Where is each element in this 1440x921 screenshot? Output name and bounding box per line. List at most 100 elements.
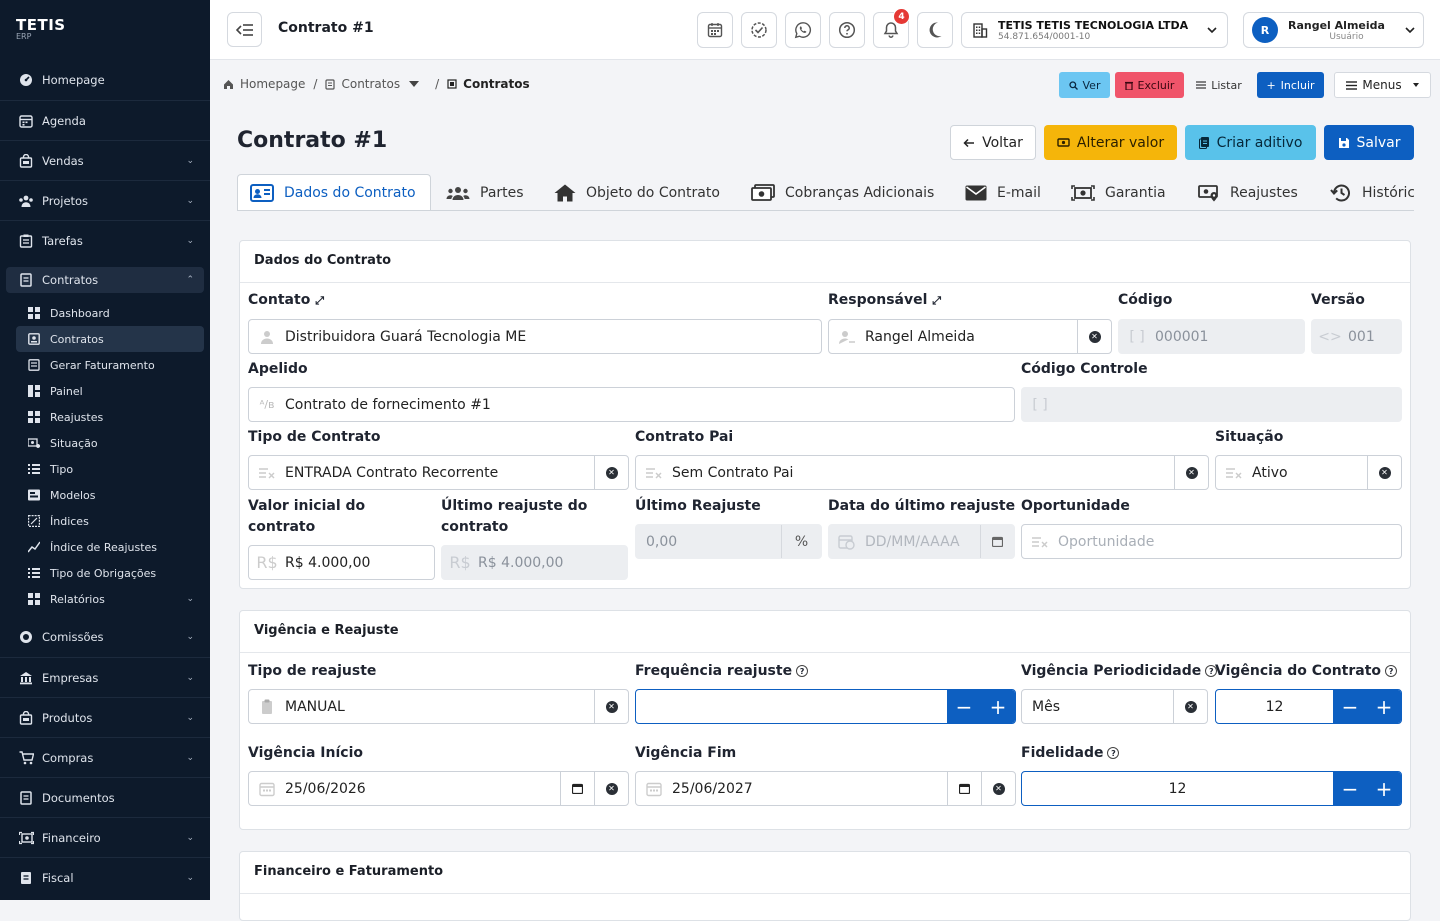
breadcrumb-contratos-menu[interactable]: Contratos <box>341 77 400 91</box>
sidebar-item-vendas[interactable]: Vendas ⌄ <box>0 140 210 180</box>
tasks-check-button[interactable] <box>741 12 777 48</box>
fidelidade-stepper[interactable]: 12 − + <box>1021 771 1402 806</box>
brand-logo[interactable]: TETIS ERP <box>0 0 210 60</box>
decrement-button[interactable]: − <box>947 690 981 723</box>
help-icon[interactable]: ? <box>1385 665 1398 677</box>
card-vigencia-reajuste: Vigência e Reajuste Tipo de reajuste Fre… <box>239 610 1411 830</box>
vigencia-fim-field[interactable]: 25/06/2027 ✕ <box>635 771 1016 806</box>
sidebar-item-tarefas[interactable]: Tarefas ⌄ <box>0 220 210 260</box>
clear-button[interactable]: ✕ <box>594 690 628 723</box>
situacao-select[interactable]: Ativo ✕ <box>1215 455 1402 490</box>
criar-aditivo-button[interactable]: Criar aditivo <box>1185 125 1316 160</box>
sidebar-item-produtos[interactable]: Produtos ⌄ <box>0 697 210 737</box>
breadcrumb-home[interactable]: Homepage <box>240 77 305 91</box>
vigencia-inicio-field[interactable]: 25/06/2026 ✕ <box>248 771 629 806</box>
notifications-button[interactable]: 4 <box>873 8 910 48</box>
submenu-item-modelos[interactable]: Modelos <box>16 482 204 508</box>
tab-cobrancas-adicionais[interactable]: Cobranças Adicionais <box>751 174 934 210</box>
sidebar-item-empresas[interactable]: Empresas ⌄ <box>0 657 210 697</box>
clear-button[interactable]: ✕ <box>594 772 628 805</box>
tab-email[interactable]: E-mail <box>965 174 1041 210</box>
contato-field[interactable]: Distribuidora Guará Tecnologia ME <box>248 319 822 354</box>
sidebar-item-compras[interactable]: Compras ⌄ <box>0 737 210 777</box>
sidebar-item-agenda[interactable]: Agenda <box>0 100 210 140</box>
increment-button[interactable]: + <box>981 690 1015 723</box>
decrement-button[interactable]: − <box>1333 690 1367 723</box>
vigencia-contrato-value[interactable]: 12 <box>1216 699 1333 715</box>
increment-button[interactable]: + <box>1367 690 1401 723</box>
sidebar-item-label: Homepage <box>42 73 105 87</box>
submenu-item-gerar-faturamento[interactable]: Gerar Faturamento <box>16 352 204 378</box>
fidelidade-value[interactable]: 12 <box>1022 781 1333 797</box>
sidebar-item-label: Produtos <box>42 710 93 725</box>
submenu-item-relatorios[interactable]: Relatórios ⌄ <box>16 586 204 612</box>
user-menu[interactable]: R Rangel Almeida Usuário <box>1243 12 1424 48</box>
tab-dados-do-contrato[interactable]: Dados do Contrato <box>237 174 431 210</box>
submenu-item-reajustes[interactable]: Reajustes <box>16 404 204 430</box>
submenu-item-situacao[interactable]: Situação <box>16 430 204 456</box>
increment-button[interactable]: + <box>1367 772 1401 805</box>
clear-button[interactable]: ✕ <box>594 456 628 489</box>
help-icon[interactable]: ? <box>796 665 809 677</box>
submenu-item-indices[interactable]: Índices <box>16 508 204 534</box>
help-button[interactable] <box>829 12 865 48</box>
trash-icon <box>1124 81 1133 90</box>
decrement-button[interactable]: − <box>1333 772 1367 805</box>
tab-historico[interactable]: Histórico <box>1330 174 1414 210</box>
expand-icon[interactable]: ⤢ <box>932 294 941 307</box>
oportunidade-select[interactable]: Oportunidade <box>1021 524 1402 559</box>
calendar-button[interactable] <box>947 772 981 805</box>
expand-icon[interactable]: ⤢ <box>315 294 324 307</box>
tab-partes[interactable]: Partes <box>446 174 524 210</box>
calendar-button[interactable] <box>560 772 594 805</box>
sidebar-item-homepage[interactable]: Homepage <box>0 60 210 100</box>
clear-button[interactable]: ✕ <box>981 772 1015 805</box>
sidebar-toggle-button[interactable] <box>227 12 262 47</box>
salvar-button[interactable]: Salvar <box>1324 125 1414 160</box>
help-icon[interactable]: ? <box>1107 747 1120 759</box>
menus-dropdown[interactable]: Menus <box>1334 72 1431 98</box>
responsavel-field[interactable]: Rangel Almeida ✕ <box>828 319 1112 354</box>
contrato-pai-select[interactable]: Sem Contrato Pai ✕ <box>635 455 1209 490</box>
alterar-valor-button[interactable]: Alterar valor <box>1044 125 1177 160</box>
submenu-item-painel[interactable]: Painel <box>16 378 204 404</box>
sidebar-item-fiscal[interactable]: Fiscal ⌄ <box>0 857 210 897</box>
tab-objeto-do-contrato[interactable]: Objeto do Contrato <box>554 174 720 210</box>
tipo-reajuste-select[interactable]: MANUAL ✕ <box>248 689 629 724</box>
clear-button[interactable]: ✕ <box>1367 456 1401 489</box>
ver-button[interactable]: Ver <box>1059 72 1110 98</box>
submenu-item-tipo-de-obrigacoes[interactable]: Tipo de Obrigações <box>16 560 204 586</box>
frequencia-reajuste-stepper[interactable]: − + <box>635 689 1016 724</box>
sidebar-item-contratos[interactable]: Contratos ⌃ <box>6 267 204 293</box>
clear-button[interactable]: ✕ <box>1077 320 1111 353</box>
sidebar-item-label: Documentos <box>42 790 115 805</box>
apelido-field[interactable]: ᴬ/ʙ Contrato de fornecimento #1 <box>248 387 1015 422</box>
incluir-button[interactable]: + Incluir <box>1257 72 1324 98</box>
submenu-item-dashboard[interactable]: Dashboard <box>16 300 204 326</box>
valor-inicial-field[interactable]: R$ R$ 4.000,00 <box>248 545 435 580</box>
tab-garantia[interactable]: Garantia <box>1071 174 1166 210</box>
company-selector[interactable]: TETIS TETIS TECNOLOGIA LTDA 54.871.654/0… <box>961 12 1228 48</box>
listar-button[interactable]: Listar <box>1191 72 1247 98</box>
tab-reajustes[interactable]: Reajustes <box>1198 174 1298 210</box>
sidebar-item-documentos[interactable]: Documentos <box>0 777 210 817</box>
codigo-controle-field[interactable]: [ ] <box>1021 387 1402 422</box>
vigencia-periodicidade-select[interactable]: Mês ✕ <box>1021 689 1208 724</box>
save-icon <box>1338 137 1349 148</box>
excluir-button[interactable]: Excluir <box>1115 72 1184 98</box>
sidebar-item-comissoes[interactable]: Comissões ⌄ <box>0 617 210 657</box>
sidebar-item-financeiro[interactable]: Financeiro ⌄ <box>0 817 210 857</box>
submenu-item-contratos[interactable]: Contratos <box>16 326 204 352</box>
whatsapp-button[interactable] <box>785 12 821 48</box>
vigencia-contrato-stepper[interactable]: 12 − + <box>1215 689 1402 724</box>
tab-label: Dados do Contrato <box>284 184 416 201</box>
sidebar-item-projetos[interactable]: Projetos ⌄ <box>0 180 210 220</box>
clear-button[interactable]: ✕ <box>1174 456 1208 489</box>
calendar-button[interactable] <box>697 12 733 48</box>
clear-button[interactable]: ✕ <box>1173 690 1207 723</box>
theme-toggle-button[interactable] <box>917 12 953 48</box>
tipo-contrato-select[interactable]: ENTRADA Contrato Recorrente ✕ <box>248 455 629 490</box>
submenu-item-tipo[interactable]: Tipo <box>16 456 204 482</box>
submenu-item-indice-de-reajustes[interactable]: Índice de Reajustes <box>16 534 204 560</box>
voltar-button[interactable]: Voltar <box>950 125 1036 160</box>
